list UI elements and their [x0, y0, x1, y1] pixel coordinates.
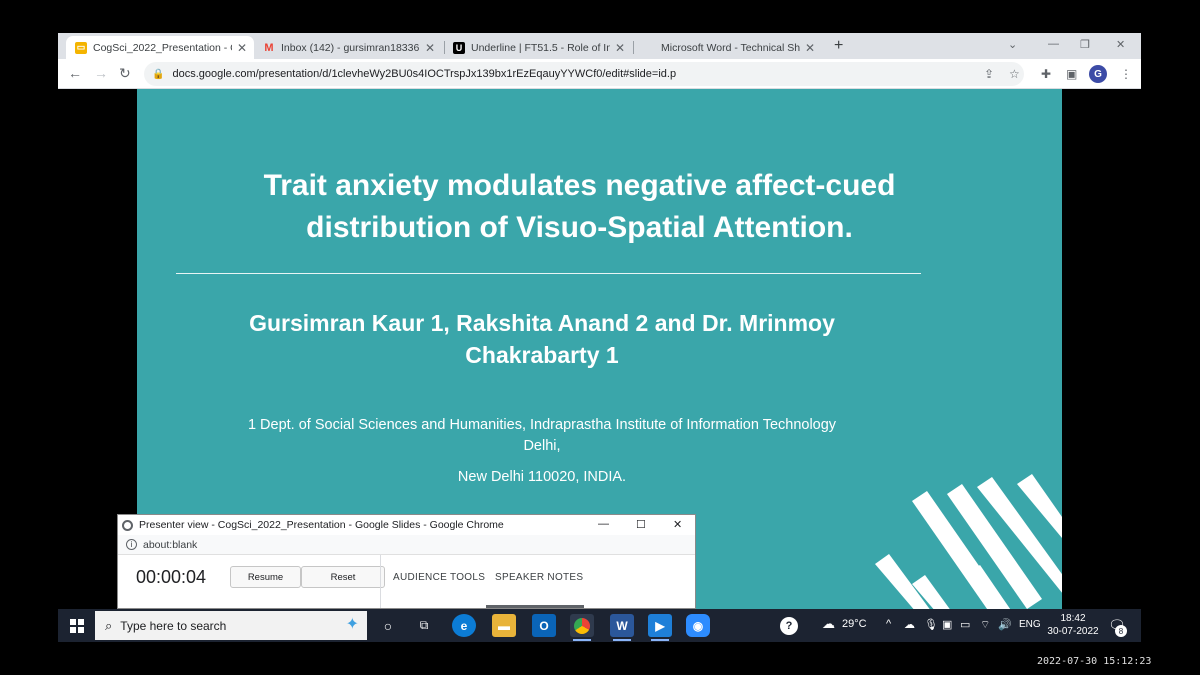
share-icon[interactable]: ⇪: [984, 67, 994, 81]
bookmark-star-icon[interactable]: ☆: [1009, 67, 1020, 81]
weather-temp[interactable]: 29°C: [842, 618, 867, 630]
minimize-button[interactable]: —: [598, 518, 609, 530]
word-icon[interactable]: W: [610, 614, 634, 641]
meet-now-icon[interactable]: ▣: [942, 618, 952, 631]
extensions-icon[interactable]: ✚: [1041, 67, 1051, 81]
clock-date: 30-07-2022: [1047, 626, 1099, 637]
close-icon[interactable]: ✕: [804, 41, 816, 55]
info-icon: i: [126, 539, 137, 550]
search-highlight-icon: ✦: [345, 616, 359, 633]
wifi-icon[interactable]: ⌔: [980, 618, 990, 632]
tab-speaker-notes[interactable]: SPEAKER NOTES: [495, 572, 583, 583]
slide-city: New Delhi 110020, INDIA.: [457, 469, 627, 485]
presenter-url: about:blank: [143, 538, 198, 551]
tab-title: Inbox (142) - gursimran18336@i: [281, 41, 420, 54]
presenter-timer: 00:00:04: [136, 567, 207, 587]
close-window-button[interactable]: ✕: [1116, 38, 1125, 51]
battery-icon[interactable]: ▭: [960, 618, 970, 631]
institute-logo-icon: [875, 474, 1062, 609]
close-window-button[interactable]: ✕: [673, 518, 682, 531]
tab-title: CogSci_2022_Presentation - Goo: [93, 41, 232, 54]
volume-icon[interactable]: 🔊: [998, 618, 1012, 631]
clock-time: 18:42: [1060, 613, 1086, 624]
restore-button[interactable]: ❐: [1080, 38, 1090, 51]
onedrive-icon[interactable]: ☁: [904, 618, 915, 631]
reset-button[interactable]: Reset: [301, 566, 385, 588]
close-icon[interactable]: ✕: [614, 41, 626, 55]
chevron-down-icon[interactable]: ⌄: [1008, 38, 1017, 51]
resume-button[interactable]: Resume: [230, 566, 301, 588]
close-icon[interactable]: ✕: [424, 41, 436, 55]
presenter-body: 00:00:04 Resume Reset AUDIENCE TOOLS SPE…: [118, 555, 695, 608]
underline-icon: U: [453, 41, 465, 54]
slide-affiliation: 1 Dept. of Social Sciences and Humanitie…: [247, 417, 837, 454]
divider: [176, 273, 921, 274]
help-icon[interactable]: ?: [780, 617, 798, 635]
blank-page-icon: [643, 41, 655, 54]
zoom-icon[interactable]: ◉: [686, 614, 710, 637]
photos-icon[interactable]: ▶: [648, 614, 672, 641]
google-slides-icon: ▭: [75, 41, 87, 54]
active-tab-indicator: [486, 605, 584, 608]
clock[interactable]: 18:42 30-07-2022: [1046, 612, 1100, 638]
task-view-icon[interactable]: ⧉: [412, 614, 436, 637]
tab-audience-tools[interactable]: AUDIENCE TOOLS: [393, 572, 485, 583]
tab-slides[interactable]: ▭ CogSci_2022_Presentation - Goo ✕: [66, 36, 254, 59]
gmail-icon: M: [264, 41, 274, 54]
slide-authors: Gursimran Kaur 1, Rakshita Anand 2 and D…: [249, 310, 835, 368]
close-icon[interactable]: ✕: [236, 41, 248, 55]
forward-button[interactable]: →: [94, 65, 108, 81]
search-icon: ⌕: [105, 617, 113, 633]
side-panel-icon[interactable]: ▣: [1066, 67, 1077, 81]
new-tab-button[interactable]: +: [834, 37, 843, 55]
presenter-window-title: Presenter view - CogSci_2022_Presentatio…: [139, 519, 504, 531]
language-indicator[interactable]: ENG: [1019, 619, 1041, 630]
tab-underline[interactable]: U Underline | FT51.5 - Role of Impli ✕: [444, 36, 632, 59]
presenter-view-window: Presenter view - CogSci_2022_Presentatio…: [117, 514, 696, 609]
back-button[interactable]: ←: [68, 65, 82, 81]
address-bar[interactable]: 🔒 docs.google.com/presentation/d/1clevhe…: [144, 62, 1024, 86]
presenter-urlbar: i about:blank: [118, 535, 695, 555]
file-explorer-icon[interactable]: ▬: [492, 614, 516, 637]
search-placeholder: Type here to search: [120, 618, 227, 633]
windows-start-icon[interactable]: [70, 619, 84, 633]
weather-cloud-icon[interactable]: ☁: [822, 616, 835, 632]
minimize-button[interactable]: —: [1048, 38, 1059, 50]
tab-strip: ▭ CogSci_2022_Presentation - Goo ✕ M Inb…: [58, 33, 1141, 59]
cortana-icon[interactable]: ○: [376, 614, 400, 637]
browser-toolbar: ← → ↻ 🔒 docs.google.com/presentation/d/1…: [58, 59, 1141, 89]
notification-badge: 8: [1115, 625, 1127, 637]
menu-icon[interactable]: ⋮: [1120, 67, 1132, 81]
taskbar-search[interactable]: ⌕ Type here to search ✦: [95, 611, 367, 640]
tab-title: Underline | FT51.5 - Role of Impli: [471, 41, 610, 54]
taskbar: ⌕ Type here to search ✦ ○ ⧉ e ▬ O W ▶ ◉ …: [58, 609, 1141, 642]
url-text[interactable]: docs.google.com/presentation/d/1clevheWy…: [172, 68, 676, 80]
outlook-icon[interactable]: O: [532, 614, 556, 637]
slide-title: Trait anxiety modulates negative affect-…: [263, 169, 896, 244]
microphone-icon[interactable]: 🎙: [924, 618, 938, 631]
presenter-titlebar: Presenter view - CogSci_2022_Presentatio…: [118, 515, 695, 535]
lock-icon: 🔒: [152, 68, 165, 80]
screen: ▭ CogSci_2022_Presentation - Goo ✕ M Inb…: [0, 0, 1200, 675]
divider: [380, 555, 381, 608]
tab-word[interactable]: Microsoft Word - Technical Sheet ✕: [634, 36, 822, 59]
maximize-button[interactable]: ☐: [636, 518, 646, 531]
recording-timestamp: 2022-07-30 15:12:23: [1037, 656, 1152, 667]
chevron-up-icon[interactable]: ^: [886, 618, 891, 630]
tab-gmail[interactable]: M Inbox (142) - gursimran18336@i ✕: [254, 36, 442, 59]
reload-button[interactable]: ↻: [119, 65, 131, 82]
chrome-taskbar-icon[interactable]: [570, 614, 594, 641]
edge-icon[interactable]: e: [452, 614, 476, 637]
tab-title: Microsoft Word - Technical Sheet: [661, 41, 800, 54]
chrome-icon: [122, 519, 133, 531]
avatar[interactable]: G: [1089, 65, 1107, 83]
